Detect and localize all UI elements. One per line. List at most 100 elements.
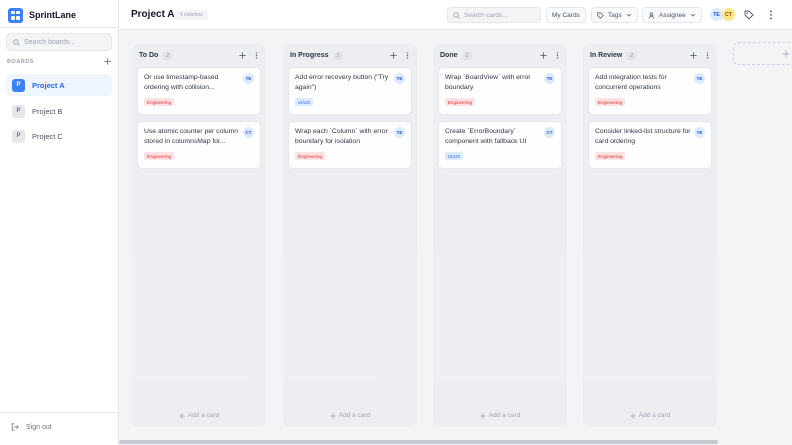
column-title: In Review — [590, 52, 623, 59]
task-card[interactable]: Wrap `BoardView` with error boundary TE … — [438, 67, 562, 115]
card-title: Add integration tests for concurrent ope… — [595, 74, 667, 91]
sidebar-item-project-b[interactable]: P Project B — [6, 100, 112, 122]
avatar: TE — [694, 127, 705, 138]
avatar[interactable]: CT — [722, 8, 735, 21]
avatar: CT — [243, 127, 254, 138]
tag-badge: UI/UX — [445, 152, 464, 160]
add-column-button[interactable] — [733, 42, 792, 65]
boards-heading-label: BOARDS — [7, 58, 34, 65]
column-header: Done 2 — [440, 50, 561, 61]
board-label: Project B — [32, 106, 63, 116]
more-vertical-icon[interactable] — [253, 52, 260, 59]
tag-badge: Engineering — [595, 98, 626, 106]
tag-icon[interactable] — [743, 9, 755, 21]
add-card-button[interactable]: Add a card — [433, 412, 567, 419]
card-search[interactable] — [447, 7, 541, 23]
board-label: Project C — [32, 131, 63, 141]
plus-icon[interactable] — [390, 52, 397, 59]
top-header: Project A 4 columns My Cards Tags Assign… — [119, 0, 792, 30]
plus-icon — [480, 412, 486, 419]
task-card[interactable]: Use atomic counter per column stored in … — [137, 121, 261, 169]
sign-out-label: Sign out — [26, 423, 52, 431]
add-card-button[interactable]: Add a card — [132, 412, 266, 419]
sidebar-item-project-a[interactable]: P Project A — [6, 74, 112, 96]
card-title: Or use timestamp-based ordering with col… — [144, 74, 219, 91]
tag-badge: Engineering — [445, 98, 476, 106]
grid-logo-icon — [8, 7, 23, 23]
avatar: TE — [394, 73, 405, 84]
board-badge: P — [12, 129, 25, 143]
more-vertical-icon[interactable] — [554, 52, 561, 59]
tags-filter-button[interactable]: Tags — [591, 7, 638, 23]
plus-icon[interactable] — [239, 52, 246, 59]
user-icon — [648, 11, 655, 19]
card-title: Add error recovery button ("Try again") — [295, 74, 389, 91]
plus-icon — [179, 412, 185, 419]
more-vertical-icon[interactable] — [404, 52, 411, 59]
my-cards-label: My Cards — [552, 11, 580, 19]
more-vertical-icon[interactable] — [704, 52, 711, 59]
column-in-review: In Review 2 Add integration tests for co… — [583, 44, 717, 427]
card-search-input[interactable] — [464, 11, 534, 19]
assignee-filter-button[interactable]: Assignee — [642, 7, 702, 23]
board-label: Project A — [32, 80, 65, 90]
plus-icon — [330, 412, 336, 419]
sign-out-icon — [11, 423, 19, 431]
tag-badge: UI/UX — [295, 98, 314, 106]
column-header: In Review 2 — [590, 50, 711, 61]
plus-icon — [630, 412, 636, 419]
column-count-badge: 2 — [333, 51, 343, 60]
add-card-label: Add a card — [488, 412, 521, 419]
task-card[interactable]: Wrap each `Column` with error boundary f… — [288, 121, 412, 169]
column-done: Done 2 Wrap `BoardView` with error bound… — [433, 44, 567, 427]
horizontal-scrollbar[interactable] — [119, 440, 718, 444]
boards-heading: BOARDS — [7, 58, 111, 65]
tag-badge: Engineering — [595, 152, 626, 160]
card-title: Use atomic counter per column stored in … — [144, 128, 239, 145]
card-title: Create `ErrorBoundary` component with fa… — [445, 128, 527, 145]
avatar: TE — [694, 73, 705, 84]
add-card-label: Add a card — [638, 412, 671, 419]
brand[interactable]: SprintLane — [8, 6, 76, 24]
my-cards-button[interactable]: My Cards — [546, 7, 586, 23]
task-card[interactable]: Create `ErrorBoundary` component with fa… — [438, 121, 562, 169]
card-title: Wrap each `Column` with error boundary f… — [295, 128, 388, 145]
board-badge: P — [12, 104, 25, 118]
add-card-button[interactable]: Add a card — [283, 412, 417, 419]
board-search-input[interactable] — [24, 38, 104, 46]
column-to-do: To Do 2 Or use timestamp-based ordering … — [132, 44, 266, 427]
more-vertical-icon[interactable] — [765, 9, 777, 21]
avatar: CT — [544, 127, 555, 138]
search-icon — [453, 11, 460, 19]
column-title: Done — [440, 52, 458, 59]
sidebar: SprintLane BOARDS P Project A P Project … — [0, 0, 119, 445]
page-title: Project A — [131, 9, 175, 20]
sidebar-bottom-divider — [0, 412, 118, 413]
sign-out-button[interactable]: Sign out — [11, 423, 52, 431]
plus-icon[interactable] — [690, 52, 697, 59]
add-card-label: Add a card — [187, 412, 220, 419]
column-header: To Do 2 — [139, 50, 260, 61]
column-count-badge: 2 — [163, 51, 173, 60]
column-count-badge: 2 — [627, 51, 637, 60]
add-card-button[interactable]: Add a card — [583, 412, 717, 419]
chevron-down-icon — [690, 13, 695, 17]
sidebar-divider — [0, 27, 118, 28]
tags-label: Tags — [608, 11, 622, 19]
search-icon — [13, 38, 20, 46]
plus-icon[interactable] — [540, 52, 547, 59]
card-title: Consider linked-list structure for card … — [595, 128, 691, 145]
task-card[interactable]: Add integration tests for concurrent ope… — [588, 67, 712, 115]
column-header: In Progress 2 — [290, 50, 411, 61]
task-card[interactable]: Add error recovery button ("Try again") … — [288, 67, 412, 115]
sidebar-item-project-c[interactable]: P Project C — [6, 125, 112, 147]
task-card[interactable]: Consider linked-list structure for card … — [588, 121, 712, 169]
assignee-label: Assignee — [659, 11, 686, 19]
board-search[interactable] — [6, 33, 112, 51]
add-board-icon[interactable] — [104, 58, 111, 65]
column-count-badge: 2 — [462, 51, 472, 60]
task-card[interactable]: Or use timestamp-based ordering with col… — [137, 67, 261, 115]
column-title: To Do — [139, 52, 159, 59]
chevron-down-icon — [626, 13, 631, 17]
avatar: TE — [243, 73, 254, 84]
